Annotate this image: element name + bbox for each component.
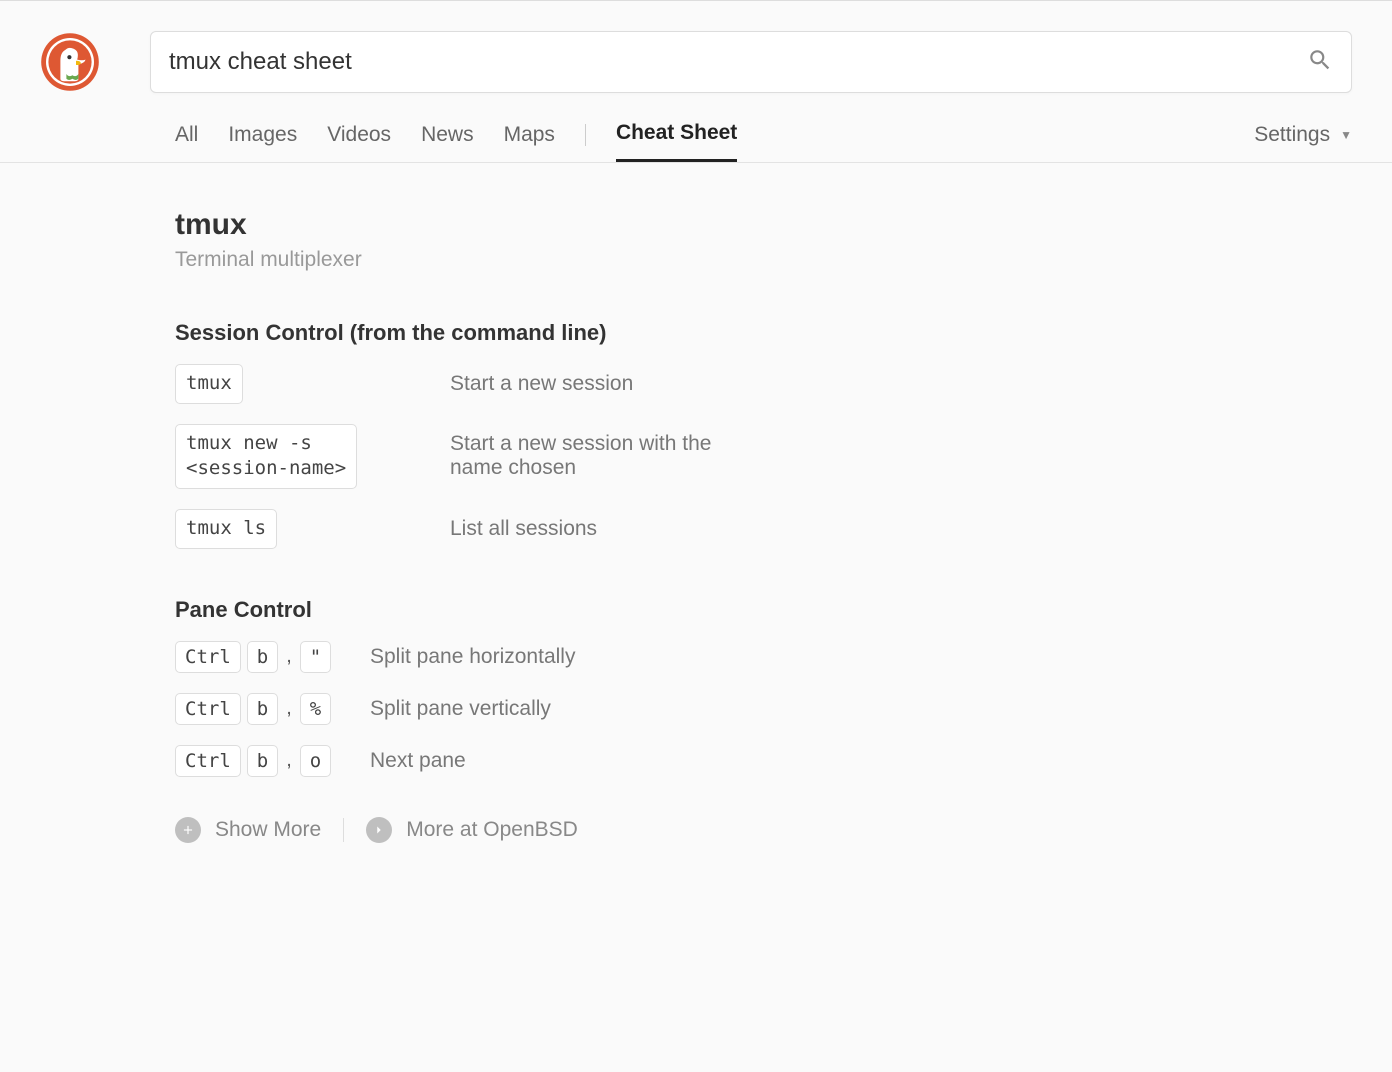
key: Ctrl	[175, 641, 241, 673]
command-code: tmux ls	[175, 509, 277, 549]
key: b	[247, 693, 278, 725]
chevron-right-icon	[366, 817, 392, 843]
command-desc: List all sessions	[450, 517, 597, 541]
separator	[343, 818, 344, 842]
shortcut-row: Ctrl b , o Next pane	[175, 745, 860, 777]
search-bar	[150, 31, 1352, 93]
key: b	[247, 641, 278, 673]
command-code: tmux new -s <session-name>	[175, 424, 357, 489]
key-separator: ,	[284, 697, 294, 720]
plus-icon	[175, 817, 201, 843]
tab-videos[interactable]: Videos	[327, 123, 391, 161]
command-code: tmux	[175, 364, 243, 404]
key: "	[300, 641, 331, 673]
command-row: tmux ls List all sessions	[175, 509, 860, 549]
tab-separator	[585, 124, 586, 146]
tab-news[interactable]: News	[421, 123, 474, 161]
search-input[interactable]	[169, 48, 1307, 76]
duckduckgo-logo[interactable]	[40, 32, 100, 92]
key-separator: ,	[284, 645, 294, 668]
key: o	[300, 745, 331, 777]
command-desc: Start a new session with the name chosen	[450, 432, 750, 480]
section-heading: Session Control (from the command line)	[175, 320, 860, 346]
search-icon[interactable]	[1307, 47, 1333, 78]
cheat-sheet-content: tmux Terminal multiplexer Session Contro…	[0, 163, 900, 883]
footer-row: Show More More at OpenBSD	[175, 817, 860, 843]
settings-menu[interactable]: Settings ▼	[1254, 123, 1352, 161]
section-heading: Pane Control	[175, 597, 860, 623]
shortcut-desc: Split pane vertically	[370, 697, 551, 721]
key: Ctrl	[175, 693, 241, 725]
key: %	[300, 693, 331, 725]
shortcut-desc: Next pane	[370, 749, 466, 773]
key: b	[247, 745, 278, 777]
more-at-link[interactable]: More at OpenBSD	[366, 817, 578, 843]
tab-all[interactable]: All	[175, 123, 198, 161]
key-separator: ,	[284, 749, 294, 772]
show-more-button[interactable]: Show More	[175, 817, 321, 843]
command-row: tmux Start a new session	[175, 364, 860, 404]
settings-label: Settings	[1254, 123, 1330, 147]
command-row: tmux new -s <session-name> Start a new s…	[175, 424, 860, 489]
tab-images[interactable]: Images	[228, 123, 297, 161]
tabs-row: All Images Videos News Maps Cheat Sheet …	[0, 121, 1392, 163]
shortcut-row: Ctrl b , " Split pane horizontally	[175, 641, 860, 673]
chevron-down-icon: ▼	[1340, 128, 1352, 142]
page-title: tmux	[175, 208, 860, 242]
tab-cheat-sheet[interactable]: Cheat Sheet	[616, 121, 737, 162]
show-more-label: Show More	[215, 818, 321, 842]
shortcut-row: Ctrl b , % Split pane vertically	[175, 693, 860, 725]
header	[0, 1, 1392, 93]
shortcut-desc: Split pane horizontally	[370, 645, 575, 669]
more-at-label: More at OpenBSD	[406, 818, 578, 842]
key: Ctrl	[175, 745, 241, 777]
tab-maps[interactable]: Maps	[504, 123, 555, 161]
page-subtitle: Terminal multiplexer	[175, 248, 860, 272]
command-desc: Start a new session	[450, 372, 633, 396]
